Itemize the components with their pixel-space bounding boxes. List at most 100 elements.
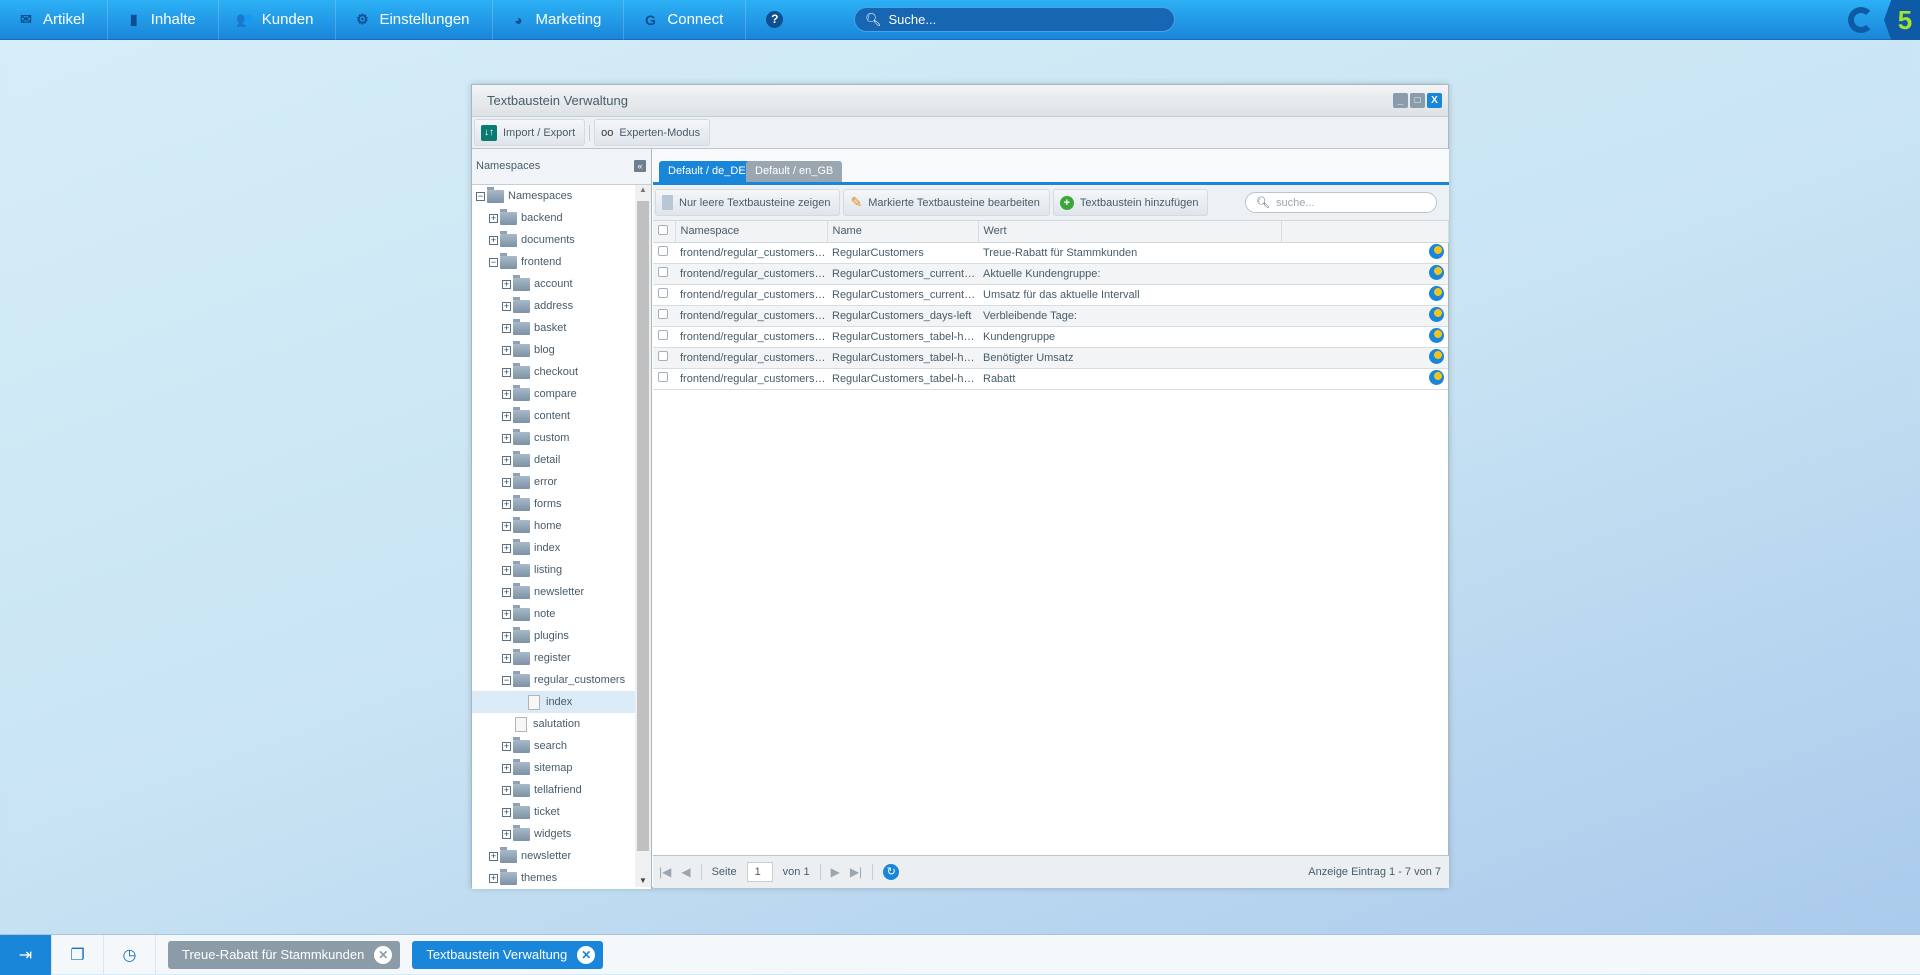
expand-icon[interactable]: + [502,433,511,443]
tree-node[interactable]: − frontend [472,251,635,273]
column-wert[interactable]: Wert [978,221,1282,243]
checkbox-icon[interactable] [658,351,668,361]
minimize-button[interactable]: _ [1393,93,1408,108]
expand-icon[interactable]: + [502,565,511,575]
tree-node[interactable]: + sitemap [472,757,635,779]
expand-icon[interactable]: + [502,631,511,641]
expand-icon[interactable]: + [502,763,511,773]
expand-icon[interactable]: + [502,587,511,597]
table-row[interactable]: frontend/regular_customers/indexRegularC… [653,242,1448,264]
tree-node[interactable]: + search [472,735,635,757]
edit-marked-button[interactable]: ✎ Markierte Textbausteine bearbeiten [843,189,1050,216]
table-row[interactable]: frontend/regular_customers/indexRegularC… [653,284,1448,306]
expand-icon[interactable]: + [502,609,511,619]
tree-node[interactable]: + index [472,537,635,559]
expand-icon[interactable]: + [502,741,511,751]
expand-icon[interactable]: + [502,499,511,509]
close-icon[interactable]: ✕ [374,945,393,964]
translate-globe-icon[interactable] [1429,348,1444,364]
tree-node[interactable]: + themes [472,867,635,887]
expand-icon[interactable]: + [489,235,498,245]
next-page-icon[interactable]: ▶ [831,865,840,879]
taskbar-item[interactable]: Treue-Rabatt für Stammkunden ✕ [168,940,401,969]
translate-globe-icon[interactable] [1429,243,1444,259]
expert-mode-button[interactable]: oo Experten-Modus [594,119,711,146]
expand-icon[interactable]: + [502,829,511,839]
row-checkbox[interactable] [653,368,675,390]
tab-de_DE[interactable]: Default / de_DE [659,161,755,182]
expand-icon[interactable]: + [502,785,511,795]
nav-kunden[interactable]: 👥 Kunden [219,0,337,40]
tree-node[interactable]: + listing [472,559,635,581]
tree-node[interactable]: + widgets [472,823,635,845]
empty-only-button[interactable]: Nur leere Textbausteine zeigen [655,189,841,216]
close-icon[interactable]: ✕ [577,945,596,964]
help-button[interactable]: ? [746,0,805,40]
checkbox-icon[interactable] [658,330,668,340]
row-checkbox[interactable] [653,242,675,264]
refresh-icon[interactable]: ↻ [883,864,900,880]
tree-node[interactable]: + account [472,273,635,295]
logout-icon[interactable]: ⇥ [0,934,52,975]
tree-node[interactable]: + content [472,405,635,427]
grid-search-input[interactable]: 🔍︎ suche... [1245,192,1437,213]
expand-icon[interactable]: + [502,543,511,553]
taskbar-item[interactable]: Textbaustein Verwaltung ✕ [412,940,604,969]
tree-node[interactable]: + compare [472,383,635,405]
tree-scrollbar[interactable]: ▲ ▼ [635,185,651,887]
tree-node[interactable]: + checkout [472,361,635,383]
row-checkbox[interactable] [653,263,675,285]
translate-globe-icon[interactable] [1429,327,1444,343]
tree-node[interactable]: + tellafriend [472,779,635,801]
window-titlebar[interactable]: Textbaustein Verwaltung _ □ X [472,85,1448,117]
tree-node[interactable]: index [472,691,635,713]
expand-icon[interactable]: + [502,367,511,377]
expand-icon[interactable]: + [502,455,511,465]
translate-globe-icon[interactable] [1429,306,1444,322]
expand-icon[interactable]: + [502,807,511,817]
dashboard-icon[interactable]: ◷ [104,934,156,975]
tree-node[interactable]: + note [472,603,635,625]
translate-globe-icon[interactable] [1429,264,1444,280]
expand-icon[interactable]: + [502,279,511,289]
last-page-icon[interactable]: ▶| [850,865,862,879]
collapse-icon[interactable]: − [502,675,511,685]
tab-en_GB[interactable]: Default / en_GB [746,161,843,182]
row-checkbox[interactable] [653,305,675,327]
nav-artikel[interactable]: ✉ Artikel [0,0,108,40]
row-checkbox[interactable] [653,326,675,348]
tree-node[interactable]: + plugins [472,625,635,647]
tree-node[interactable]: + address [472,295,635,317]
expand-icon[interactable]: + [502,521,511,531]
tree-node[interactable]: + forms [472,493,635,515]
tree-node[interactable]: − regular_customers [472,669,635,691]
nav-einstellungen[interactable]: ⚙ Einstellungen [336,0,493,40]
checkbox-icon[interactable] [658,267,668,277]
table-row[interactable]: frontend/regular_customers/indexRegularC… [653,305,1448,327]
checkbox-icon[interactable] [658,309,668,319]
row-checkbox[interactable] [653,347,675,369]
translate-globe-icon[interactable] [1429,285,1444,301]
tree-node[interactable]: + register [472,647,635,669]
global-search-input[interactable]: 🔍︎ Suche... [854,7,1175,32]
collapse-icon[interactable]: − [476,191,485,201]
tree-node[interactable]: + ticket [472,801,635,823]
expand-icon[interactable]: + [502,301,511,311]
scroll-up-icon[interactable]: ▲ [635,185,651,194]
expand-icon[interactable]: + [502,323,511,333]
expand-icon[interactable]: + [489,213,498,223]
import-export-button[interactable]: ↓↑ Import / Export [474,119,586,146]
translate-globe-icon[interactable] [1429,369,1444,385]
expand-icon[interactable]: + [489,873,498,883]
scrollbar-thumb[interactable] [637,201,649,851]
checkbox-icon[interactable] [658,372,668,382]
select-all-checkbox[interactable] [653,221,676,243]
maximize-button[interactable]: □ [1410,93,1425,108]
table-row[interactable]: frontend/regular_customers/indexRegularC… [653,326,1448,348]
nav-inhalte[interactable]: ▮ Inhalte [108,0,219,40]
tree-node[interactable]: + newsletter [472,581,635,603]
windows-icon[interactable]: ❐ [52,934,104,975]
close-button[interactable]: X [1427,93,1442,108]
expand-icon[interactable]: + [502,389,511,399]
tree-node[interactable]: + custom [472,427,635,449]
